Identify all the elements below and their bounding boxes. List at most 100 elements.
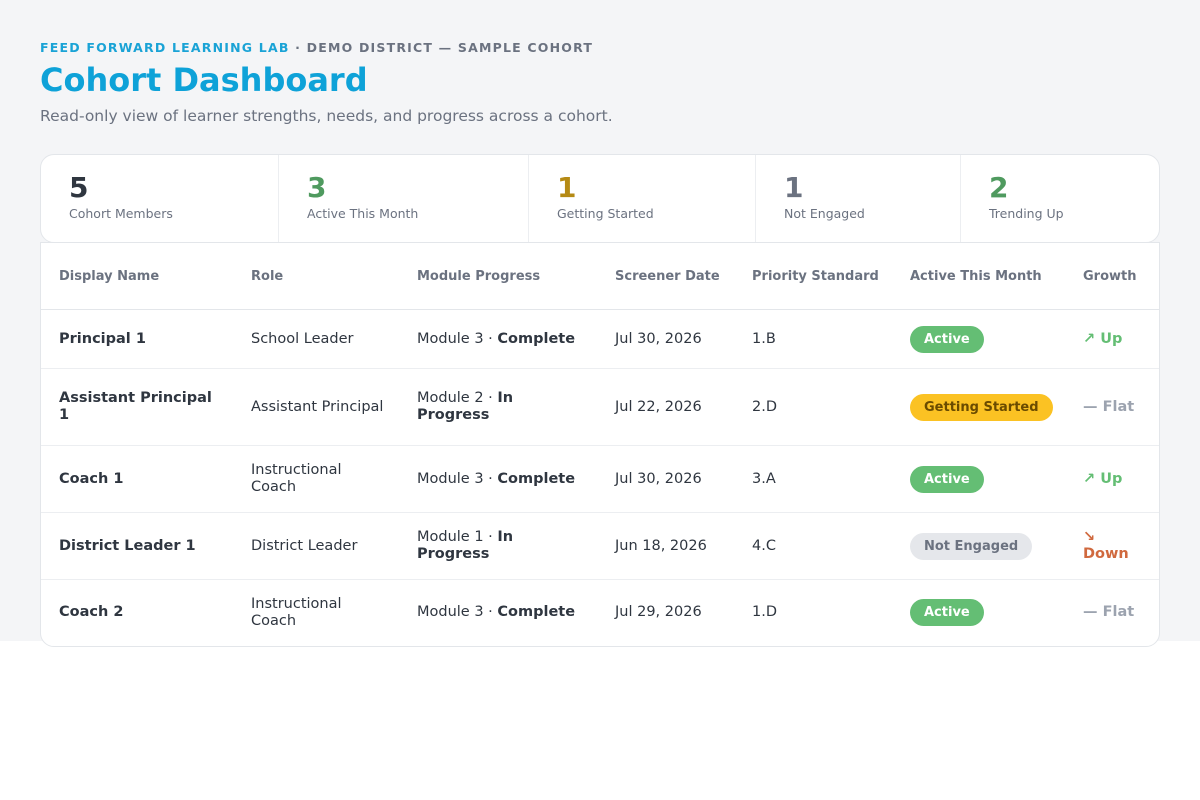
module-separator: · — [488, 470, 493, 487]
column-header-screener-date[interactable]: Screener Date — [597, 243, 734, 310]
stat-label: Getting Started — [557, 206, 654, 221]
column-header-active-this-month[interactable]: Active This Month — [892, 243, 1065, 310]
module-progress: Module 3 · Complete — [399, 309, 597, 369]
cohort-table-card: Display Name Role Module Progress Screen… — [40, 242, 1160, 647]
stat-active-this-month: 3 Active This Month — [279, 155, 529, 242]
eyebrow-separator: · — [295, 40, 302, 55]
table-row[interactable]: Assistant Principal 1 Assistant Principa… — [41, 368, 1159, 446]
display-name: Assistant Principal 1 — [41, 368, 233, 446]
trend-flat-icon: — — [1083, 398, 1098, 415]
growth-cell: ↗ Up — [1065, 445, 1159, 513]
screener-date: Jul 30, 2026 — [597, 445, 734, 513]
table-header-row: Display Name Role Module Progress Screen… — [41, 243, 1159, 310]
priority-standard: 2.D — [734, 368, 892, 446]
brand-name: FEED FORWARD LEARNING LAB — [40, 40, 290, 55]
growth-indicator: — Flat — [1083, 604, 1134, 620]
trend-up-icon: ↗ — [1083, 330, 1096, 347]
priority-standard: 1.B — [734, 309, 892, 369]
column-header-role[interactable]: Role — [233, 243, 399, 310]
module-label: Module 3 — [417, 604, 484, 621]
role: Assistant Principal — [233, 368, 399, 446]
trend-down-icon: ↘ — [1083, 529, 1096, 545]
active-status-cell: Not Engaged — [892, 512, 1065, 580]
module-status: Complete — [497, 330, 576, 347]
table-row[interactable]: District Leader 1 District Leader Module… — [41, 512, 1159, 580]
table-row[interactable]: Coach 2 Instructional Coach Module 3 · C… — [41, 580, 1159, 646]
status-badge: Active — [910, 599, 984, 627]
trend-up-icon: ↗ — [1083, 470, 1096, 487]
stats-card: 5 Cohort Members 3 Active This Month 1 G… — [40, 154, 1160, 243]
stat-label: Active This Month — [307, 206, 419, 221]
module-progress: Module 2 · In Progress — [399, 368, 597, 446]
status-badge: Active — [910, 465, 984, 493]
growth-indicator: ↗ Up — [1083, 331, 1122, 347]
growth-cell: ↘ Down — [1065, 512, 1159, 580]
growth-label: Up — [1100, 330, 1123, 347]
display-name: Principal 1 — [41, 309, 233, 369]
status-badge: Not Engaged — [910, 532, 1033, 560]
growth-label: Down — [1083, 546, 1129, 562]
display-name: District Leader 1 — [41, 512, 233, 580]
role: Instructional Coach — [233, 445, 399, 513]
stat-value: 2 — [989, 171, 1009, 204]
dashboard-page: FEED FORWARD LEARNING LAB · DEMO DISTRIC… — [0, 0, 1200, 647]
stat-value: 1 — [784, 171, 804, 204]
stat-value: 5 — [69, 171, 89, 204]
stat-value: 1 — [557, 171, 577, 204]
stat-trending-up: 2 Trending Up — [961, 155, 1159, 242]
module-status: Complete — [497, 604, 576, 621]
display-name: Coach 2 — [59, 604, 124, 621]
table-row[interactable]: Principal 1 School Leader Module 3 · Com… — [41, 309, 1159, 369]
column-header-display-name[interactable]: Display Name — [41, 243, 233, 310]
column-header-growth[interactable]: Growth — [1065, 243, 1159, 310]
role: School Leader — [233, 309, 399, 369]
growth-label: Up — [1100, 470, 1123, 487]
screener-date: Jul 22, 2026 — [597, 368, 734, 446]
growth-label: Flat — [1102, 604, 1135, 621]
page-subtitle: Read-only view of learner strengths, nee… — [40, 107, 613, 125]
stat-getting-started: 1 Getting Started — [529, 155, 756, 242]
module-label: Module 2 — [417, 390, 484, 406]
screener-date: Jul 29, 2026 — [615, 604, 702, 621]
column-header-module-progress[interactable]: Module Progress — [399, 243, 597, 310]
growth-cell: — Flat — [1065, 368, 1159, 446]
trend-flat-icon: — — [1083, 604, 1098, 621]
screener-date: Jul 30, 2026 — [597, 309, 734, 369]
display-name: Coach 1 — [41, 445, 233, 513]
stat-label: Not Engaged — [784, 206, 865, 221]
status-badge: Active — [910, 325, 984, 353]
module-separator: · — [488, 529, 493, 545]
growth-cell: ↗ Up — [1065, 309, 1159, 369]
module-separator: · — [488, 604, 493, 621]
module-progress: Module 3 · Complete — [399, 580, 597, 646]
page-title: Cohort Dashboard — [40, 61, 368, 99]
growth-indicator: — Flat — [1083, 399, 1134, 415]
stat-not-engaged: 1 Not Engaged — [756, 155, 961, 242]
screener-date: Jun 18, 2026 — [597, 512, 734, 580]
growth-cell: — Flat — [1065, 580, 1159, 646]
module-progress: Module 3 · Complete — [399, 445, 597, 513]
active-status-cell: Active — [892, 309, 1065, 369]
module-progress: Module 1 · In Progress — [399, 512, 597, 580]
role: Instructional Coach — [251, 595, 342, 629]
status-badge: Getting Started — [910, 393, 1053, 421]
column-header-priority-standard[interactable]: Priority Standard — [734, 243, 892, 310]
active-status-cell: Active — [892, 445, 1065, 513]
module-separator: · — [488, 330, 493, 347]
module-separator: · — [488, 390, 493, 406]
table-row[interactable]: Coach 1 Instructional Coach Module 3 · C… — [41, 445, 1159, 513]
priority-standard: 1.D — [752, 604, 777, 621]
role: District Leader — [233, 512, 399, 580]
growth-label: Flat — [1102, 398, 1135, 415]
active-status-cell: Active — [892, 580, 1065, 646]
stat-label: Cohort Members — [69, 206, 173, 221]
priority-standard: 3.A — [734, 445, 892, 513]
stats-row: 5 Cohort Members 3 Active This Month 1 G… — [41, 155, 1159, 242]
cohort-table: Display Name Role Module Progress Screen… — [41, 243, 1159, 646]
growth-indicator: ↗ Up — [1083, 471, 1122, 487]
eyebrow: FEED FORWARD LEARNING LAB · DEMO DISTRIC… — [40, 40, 1160, 56]
module-label: Module 3 — [417, 470, 484, 487]
stat-value: 3 — [307, 171, 327, 204]
growth-indicator: ↘ Down — [1083, 529, 1129, 562]
module-status: Complete — [497, 470, 576, 487]
